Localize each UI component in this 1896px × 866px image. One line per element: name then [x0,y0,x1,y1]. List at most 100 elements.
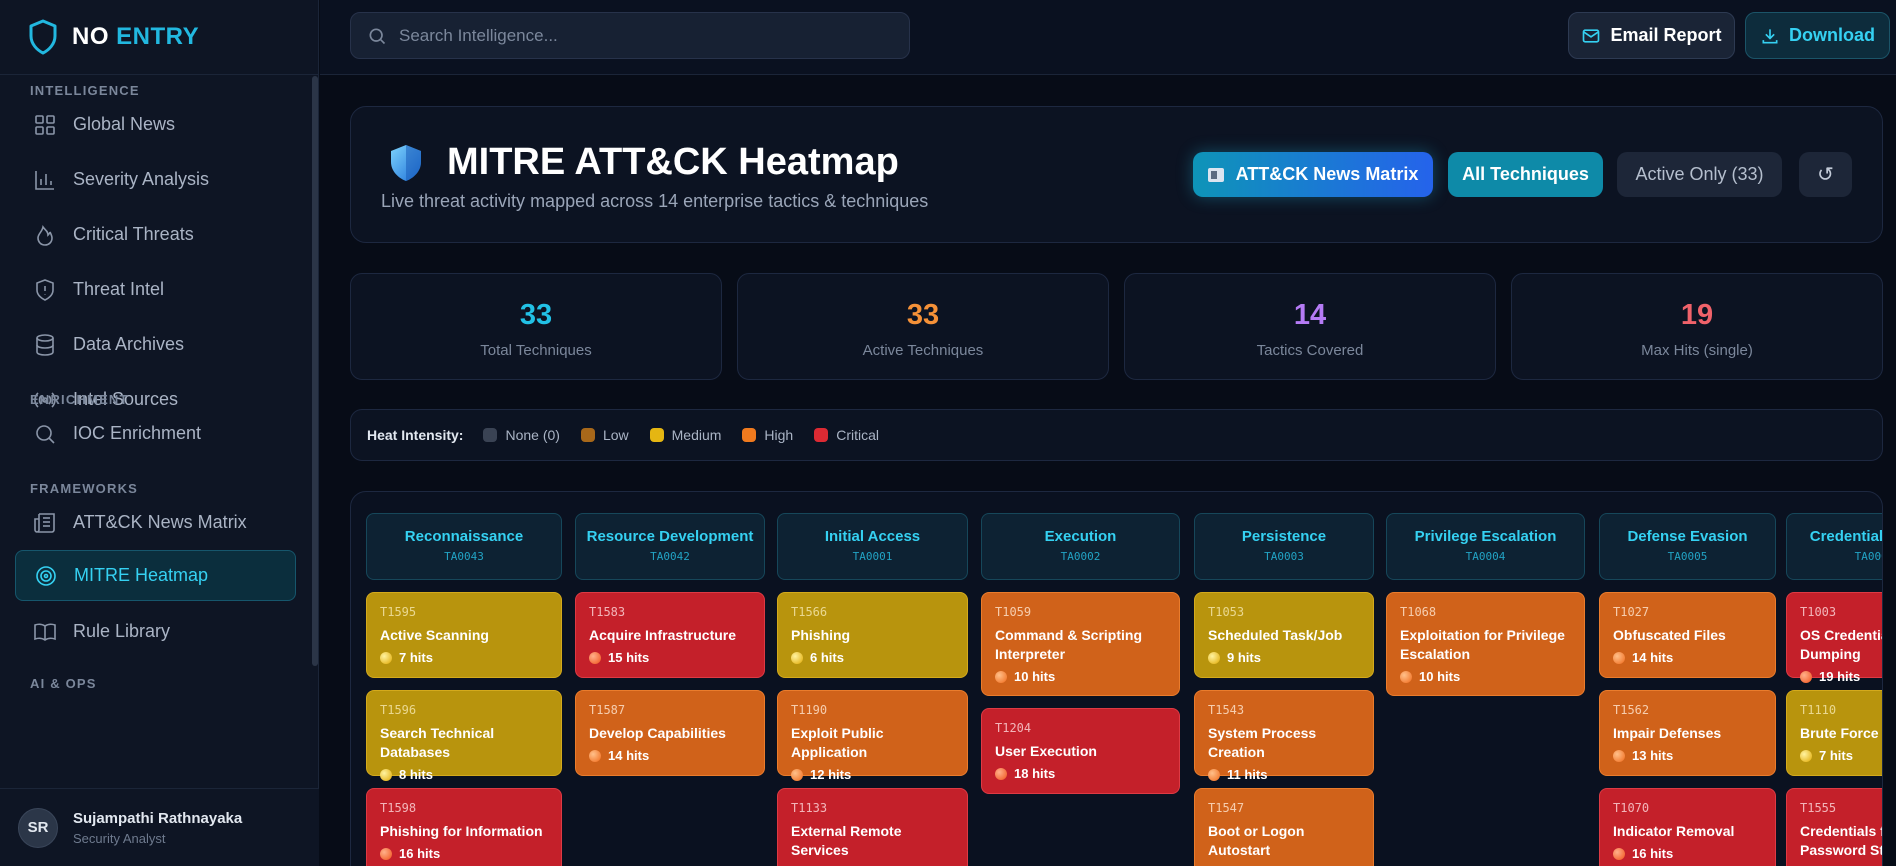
technique-name: System Process Creation [1208,725,1317,760]
tactic-column: Execution TA0002 T1059 Command & Scripting … [981,513,1180,794]
technique-cell[interactable]: T1562 Impair Defenses 13 hits [1599,690,1776,776]
avatar: SR [18,807,58,848]
sidebar-item-attck-news-matrix[interactable]: ATT&CK News Matrix [15,497,296,548]
hits-count: 13 hits [1632,748,1674,763]
download-icon [1762,28,1778,43]
tactic-header[interactable]: Resource Development TA0042 [575,513,765,580]
brand-name: NO ENTRY [72,23,199,51]
active-only-button[interactable]: Active Only (33) [1617,152,1782,197]
legend-swatch [814,428,829,442]
sidebar-item-label: Data Archives [73,334,185,354]
sidebar-item-data-archives[interactable]: Data Archives [15,319,296,370]
technique-cell[interactable]: T1583 Acquire Infrastructure 15 hits [575,592,765,678]
stat-value: 14 [1293,299,1327,331]
tactic-header[interactable]: Privilege Escalation TA0004 [1386,513,1585,580]
tactic-name: Persistence [1241,528,1327,545]
technique-cell[interactable]: T1070 Indicator Removal 16 hits [1599,788,1776,866]
technique-cell[interactable]: T1587 Develop Capabilities 14 hits [575,690,765,776]
technique-cell[interactable]: T1555Credentials from Password Stores18 … [1786,788,1882,866]
technique-hits: 9 hits [1208,650,1360,665]
stat-value: 33 [519,299,553,331]
technique-id: T1110 [1800,703,1837,717]
technique-name: User Execution [995,743,1097,759]
sidebar-item-global-news[interactable]: Global News [15,99,296,150]
download-label: Download [1789,25,1875,45]
sidebar-item-mitre-heatmap[interactable]: MITRE Heatmap [15,550,296,601]
tactic-column: Privilege Escalation TA0004 T1068 Exploitat… [1386,513,1585,696]
tactic-header[interactable]: Execution TA0002 [981,513,1180,580]
technique-cell[interactable]: T1190 Exploit Public Application 12 hits [777,690,968,782]
legend-swatch [580,428,595,442]
stat-active-techniques: 33 Active Techniques [737,273,1109,380]
technique-hits: 16 hits [380,846,548,861]
heat-dot-icon [995,767,1007,780]
hits-count: 14 hits [1632,650,1674,665]
technique-name: Search Technical Databases [380,725,495,760]
technique-id: T1003 [1800,605,1837,619]
tactic-header[interactable]: Reconnaissance TA0043 [366,513,562,580]
technique-cell[interactable]: T1027 Obfuscated Files 14 hits [1599,592,1776,678]
newspaper-icon [33,511,57,535]
technique-cell[interactable]: T1133External Remote Services18 hits [777,788,968,866]
all-techniques-button[interactable]: All Techniques [1448,152,1603,197]
technique-cell[interactable]: T1566 Phishing 6 hits [777,592,968,678]
tactic-header[interactable]: Defense Evasion TA0005 [1599,513,1776,580]
heat-legend: Heat Intensity: None (0) Low Medium High… [350,409,1883,461]
technique-cell[interactable]: T1059 Command & Scripting Interpreter 10 h… [981,592,1180,696]
user-role: Security Analyst [73,830,166,846]
technique-cell[interactable]: T1110 Brute Force 7 hits [1786,690,1882,776]
email-report-button[interactable]: Email Report [1568,12,1735,59]
technique-cell[interactable]: T1595 Active Scanning 7 hits [366,592,562,678]
heat-dot-icon [1613,651,1625,664]
tactic-header[interactable]: Persistence TA0003 [1194,513,1374,580]
attck-news-matrix-button[interactable]: ATT&CK News Matrix [1193,152,1433,197]
heat-dot-icon [1208,651,1220,664]
refresh-button[interactable]: ↺ [1799,152,1852,197]
heat-dot-icon [380,651,392,664]
technique-cell[interactable]: T1053 Scheduled Task/Job 9 hits [1194,592,1374,678]
sidebar-item-threat-intel[interactable]: Threat Intel [15,264,296,315]
stat-value: 33 [906,299,940,331]
hits-count: 15 hits [608,650,650,665]
brand[interactable]: NO ENTRY [0,0,318,75]
technique-cell[interactable]: T1543 System Process Creation 11 hits [1194,690,1374,782]
technique-cell[interactable]: T1598 Phishing for Information 16 hits [366,788,562,866]
stat-label: Active Techniques [862,342,984,359]
hits-count: 7 hits [399,650,433,665]
hits-count: 18 hits [1014,766,1056,781]
technique-cell[interactable]: T1003 OS Credential Dumping 19 hits [1786,592,1882,684]
legend-item-low: Low [580,427,629,443]
technique-id: T1059 [995,605,1032,619]
technique-cell[interactable]: T1596 Search Technical Databases 8 hits [366,690,562,782]
legend-title: Heat Intensity: [367,427,464,443]
tactic-header[interactable]: Initial Access TA0001 [777,513,968,580]
heat-dot-icon [1208,768,1220,781]
sidebar-item-label: Severity Analysis [73,169,210,189]
technique-name: Brute Force [1800,725,1879,741]
search-box[interactable] [350,12,910,59]
technique-cell[interactable]: T1547Boot or Logon Autostart13 hits [1194,788,1374,866]
technique-id: T1068 [1400,605,1437,619]
legend-swatch [742,428,757,442]
legend-label: Medium [671,427,722,443]
tactic-name: Execution [1044,528,1117,545]
sidebar: NO ENTRY INTELLIGENCE Global News Severi… [0,0,319,866]
technique-name: Acquire Infrastructure [589,627,737,643]
tactic-name: Privilege Escalation [1414,528,1557,545]
heat-dot-icon [1613,847,1625,860]
technique-cell[interactable]: T1204 User Execution 18 hits [981,708,1180,794]
sidebar-scrollbar[interactable] [312,76,318,666]
sidebar-item-severity-analysis[interactable]: Severity Analysis [15,154,296,205]
grid-icon [33,113,57,137]
user-profile[interactable]: SR Sujampathi Rathnayaka Security Analys… [0,788,319,866]
sidebar-item-rule-library[interactable]: Rule Library [15,606,296,657]
technique-cell[interactable]: T1068 Exploitation for Privilege Escalati… [1386,592,1585,696]
technique-name: Obfuscated Files [1613,627,1726,643]
tactic-id: TA0002 [1060,550,1101,563]
tactic-header[interactable]: Credential Access TA0006 [1786,513,1882,580]
search-input[interactable] [399,25,879,46]
technique-name: Scheduled Task/Job [1208,627,1343,643]
sidebar-item-critical-threats[interactable]: Critical Threats [15,209,296,260]
download-button[interactable]: Download [1745,12,1890,59]
sidebar-item-ioc-enrichment[interactable]: IOC Enrichment [15,408,296,459]
